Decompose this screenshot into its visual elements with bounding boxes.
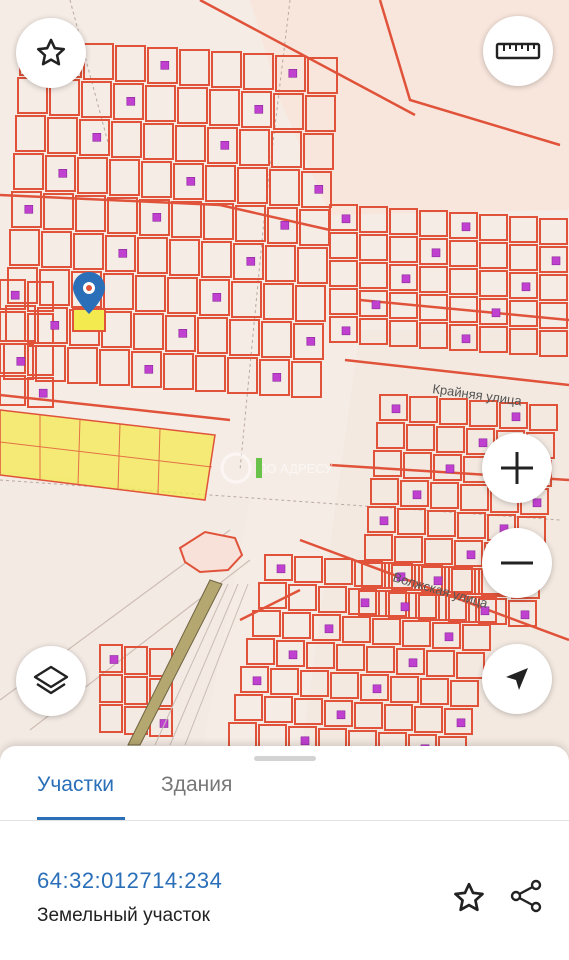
- building: [520, 610, 530, 620]
- building: [109, 655, 119, 664]
- ruler-icon: [495, 42, 541, 60]
- navigation-arrow-icon: [506, 668, 528, 690]
- building: [160, 60, 170, 70]
- building: [391, 404, 401, 414]
- building: [24, 205, 34, 214]
- building: [126, 97, 136, 106]
- building: [280, 221, 290, 230]
- building: [276, 564, 286, 574]
- building: [551, 256, 561, 266]
- building: [220, 141, 230, 150]
- building: [371, 300, 381, 310]
- building: [400, 602, 410, 612]
- building: [212, 292, 222, 302]
- favorite-button[interactable]: [16, 18, 86, 88]
- building: [336, 710, 346, 720]
- cadastral-map[interactable]: ПО АДРЕСУ Крайняя улица Волжская улица: [0, 0, 569, 760]
- star-outline-icon: [454, 882, 484, 912]
- tab-bar: Участки Здания: [0, 746, 569, 821]
- building: [341, 214, 351, 224]
- building: [118, 249, 128, 258]
- layers-icon: [33, 665, 69, 695]
- building: [360, 598, 370, 608]
- building: [152, 213, 162, 222]
- building: [144, 364, 154, 374]
- building: [478, 438, 488, 448]
- building: [10, 290, 20, 300]
- building: [178, 328, 188, 338]
- tab-parcels[interactable]: Участки: [37, 773, 114, 797]
- building: [306, 336, 316, 346]
- plus-icon: [501, 452, 533, 484]
- star-icon: [36, 38, 66, 66]
- zoom-in-button[interactable]: [482, 433, 552, 503]
- layers-button[interactable]: [16, 646, 86, 716]
- building: [431, 248, 441, 258]
- building: [521, 282, 531, 292]
- building: [254, 105, 264, 114]
- building: [532, 498, 542, 508]
- ruler-button[interactable]: [483, 16, 553, 86]
- share-button[interactable]: [506, 876, 546, 916]
- tab-buildings[interactable]: Здания: [161, 773, 232, 797]
- building: [288, 69, 298, 78]
- building: [16, 356, 26, 366]
- building: [401, 274, 411, 284]
- building: [314, 185, 324, 194]
- building: [511, 412, 521, 422]
- building: [445, 464, 455, 474]
- building: [246, 256, 256, 266]
- building: [341, 326, 351, 336]
- building: [491, 308, 501, 318]
- building: [412, 490, 422, 500]
- parcel-type: Земельный участок: [37, 905, 210, 926]
- building: [186, 177, 196, 186]
- building: [456, 718, 466, 728]
- cadastral-number[interactable]: 64:32:012714:234: [37, 868, 222, 894]
- minus-icon: [501, 561, 533, 565]
- building: [288, 650, 298, 660]
- building: [38, 388, 48, 398]
- building: [50, 320, 60, 330]
- bottom-sheet[interactable]: Участки Здания 64:32:012714:234 Земельны…: [0, 746, 569, 960]
- building: [461, 334, 471, 344]
- building: [444, 632, 454, 642]
- building: [372, 684, 382, 694]
- share-icon: [510, 879, 542, 913]
- building: [461, 222, 471, 232]
- watermark-text: ПО АДРЕСУ: [257, 461, 333, 476]
- active-tab-indicator: [37, 817, 125, 820]
- building: [324, 624, 334, 634]
- building: [408, 658, 418, 668]
- locate-button[interactable]: [482, 644, 552, 714]
- building: [92, 133, 102, 142]
- building: [272, 372, 282, 382]
- zoom-out-button[interactable]: [482, 528, 552, 598]
- building: [466, 550, 476, 560]
- favorite-parcel-button[interactable]: [449, 878, 489, 918]
- building: [300, 736, 310, 746]
- building: [58, 169, 68, 178]
- building: [379, 516, 389, 526]
- building: [252, 676, 262, 686]
